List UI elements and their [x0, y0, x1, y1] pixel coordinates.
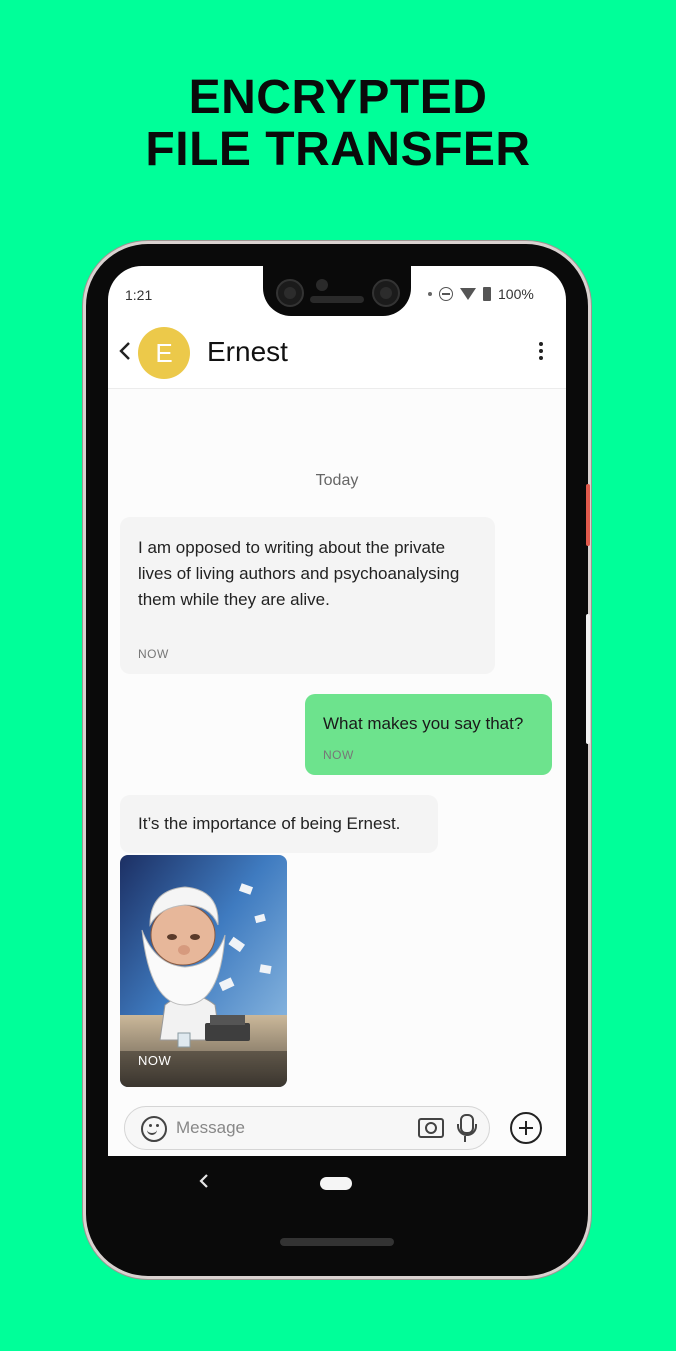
- do-not-disturb-icon: [439, 287, 453, 301]
- power-button: [586, 484, 590, 546]
- battery-percent: 100%: [498, 286, 534, 302]
- image-attachment[interactable]: NOW: [120, 855, 287, 1087]
- nav-home-button[interactable]: [320, 1177, 352, 1190]
- proximity-sensor: [316, 279, 328, 291]
- wifi-icon: [460, 288, 476, 300]
- status-time: 1:21: [125, 287, 153, 303]
- avatar[interactable]: E: [138, 327, 190, 379]
- message-text: It’s the importance of being Ernest.: [138, 814, 401, 833]
- image-timestamp: NOW: [138, 1053, 172, 1068]
- notification-dot-icon: [428, 292, 432, 296]
- front-camera-left: [276, 279, 304, 307]
- message-bubble-incoming[interactable]: It’s the importance of being Ernest.: [120, 795, 438, 853]
- phone-bottom-bezel: [280, 1238, 394, 1246]
- status-icons: 100%: [428, 286, 534, 302]
- mic-icon-leg: [464, 1136, 466, 1142]
- message-text: I am opposed to writing about the privat…: [138, 538, 460, 609]
- date-separator: Today: [315, 472, 359, 489]
- headline-line-2: FILE TRANSFER: [145, 123, 531, 176]
- message-text: What makes you say that?: [323, 714, 524, 733]
- message-bubble-incoming[interactable]: I am opposed to writing about the privat…: [120, 517, 495, 674]
- message-timestamp: NOW: [138, 647, 169, 661]
- camera-icon[interactable]: [418, 1118, 444, 1138]
- message-bubble-outgoing[interactable]: What makes you say that? NOW: [305, 694, 552, 775]
- message-placeholder[interactable]: Message: [176, 1118, 245, 1138]
- front-camera-right: [372, 279, 400, 307]
- add-icon[interactable]: [510, 1112, 542, 1144]
- message-timestamp: NOW: [323, 748, 354, 762]
- headline-line-1: ENCRYPTED: [188, 71, 488, 124]
- nav-back-icon[interactable]: [198, 1172, 210, 1194]
- earpiece-speaker: [310, 296, 364, 303]
- more-vert-icon[interactable]: [531, 342, 551, 364]
- battery-icon: [483, 287, 491, 301]
- volume-button: [586, 614, 590, 744]
- contact-name[interactable]: Ernest: [207, 336, 288, 368]
- headline: ENCRYPTED FILE TRANSFER: [0, 72, 676, 176]
